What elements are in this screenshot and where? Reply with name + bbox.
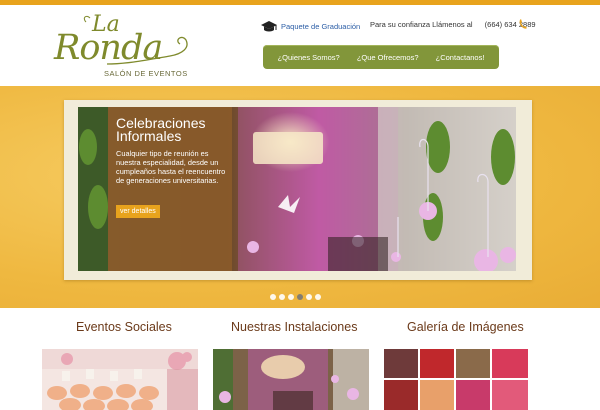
- graduation-package-label: Paquete de Graduación: [281, 21, 361, 31]
- contact-text: Para su confianza Llámenos al: [370, 20, 473, 29]
- hero-title: Celebraciones Informales: [116, 115, 206, 144]
- cupcakes-image: [42, 349, 198, 410]
- thumbnail-instalaciones[interactable]: [213, 349, 369, 410]
- slider-dot[interactable]: [306, 294, 312, 300]
- logo[interactable]: La Ronda SALÓN DE EVENTOS: [52, 12, 202, 78]
- logo-text-ronda: Ronda: [54, 28, 163, 68]
- gallery-grid-image: [384, 349, 528, 410]
- thumbnail-eventos-sociales[interactable]: [42, 349, 198, 410]
- slider-dot[interactable]: [315, 294, 321, 300]
- venue-interior-image: [213, 349, 369, 410]
- nav-quienes-somos[interactable]: ¿Quienes Somos?: [278, 53, 340, 62]
- slider-dot-active[interactable]: [297, 294, 303, 300]
- main-nav: ¿Quienes Somos? ¿Que Ofrecemos? ¿Contact…: [263, 45, 499, 69]
- slider-dot[interactable]: [270, 294, 276, 300]
- logo-subtitle: SALÓN DE EVENTOS: [104, 69, 188, 78]
- section-title-instalaciones[interactable]: Nuestras Instalaciones: [231, 320, 357, 334]
- hero-description: Cualquier tipo de reunión es nuestra esp…: [116, 149, 226, 185]
- section-title-galeria[interactable]: Galería de Imágenes: [407, 320, 524, 334]
- top-accent-bar: [0, 0, 600, 5]
- section-title-eventos-sociales[interactable]: Eventos Sociales: [76, 320, 172, 334]
- thumbnail-galeria[interactable]: [384, 349, 528, 410]
- nav-que-ofrecemos[interactable]: ¿Que Ofrecemos?: [357, 53, 419, 62]
- nav-contactanos[interactable]: ¿Contactanos!: [436, 53, 485, 62]
- hero-details-button[interactable]: ver detalles: [116, 205, 160, 218]
- slider-pagination: [270, 294, 321, 300]
- contact-info: Para su confianza Llámenos al (664) 634 …: [370, 20, 536, 29]
- hero-photo: Celebraciones Informales Cualquier tipo …: [78, 107, 516, 271]
- hero-banner: Celebraciones Informales Cualquier tipo …: [0, 86, 600, 308]
- slider-dot[interactable]: [279, 294, 285, 300]
- phone-icon: [519, 19, 527, 29]
- slider-dot[interactable]: [288, 294, 294, 300]
- graduation-package-link[interactable]: Paquete de Graduación: [261, 18, 360, 34]
- graduation-cap-icon: [261, 20, 277, 31]
